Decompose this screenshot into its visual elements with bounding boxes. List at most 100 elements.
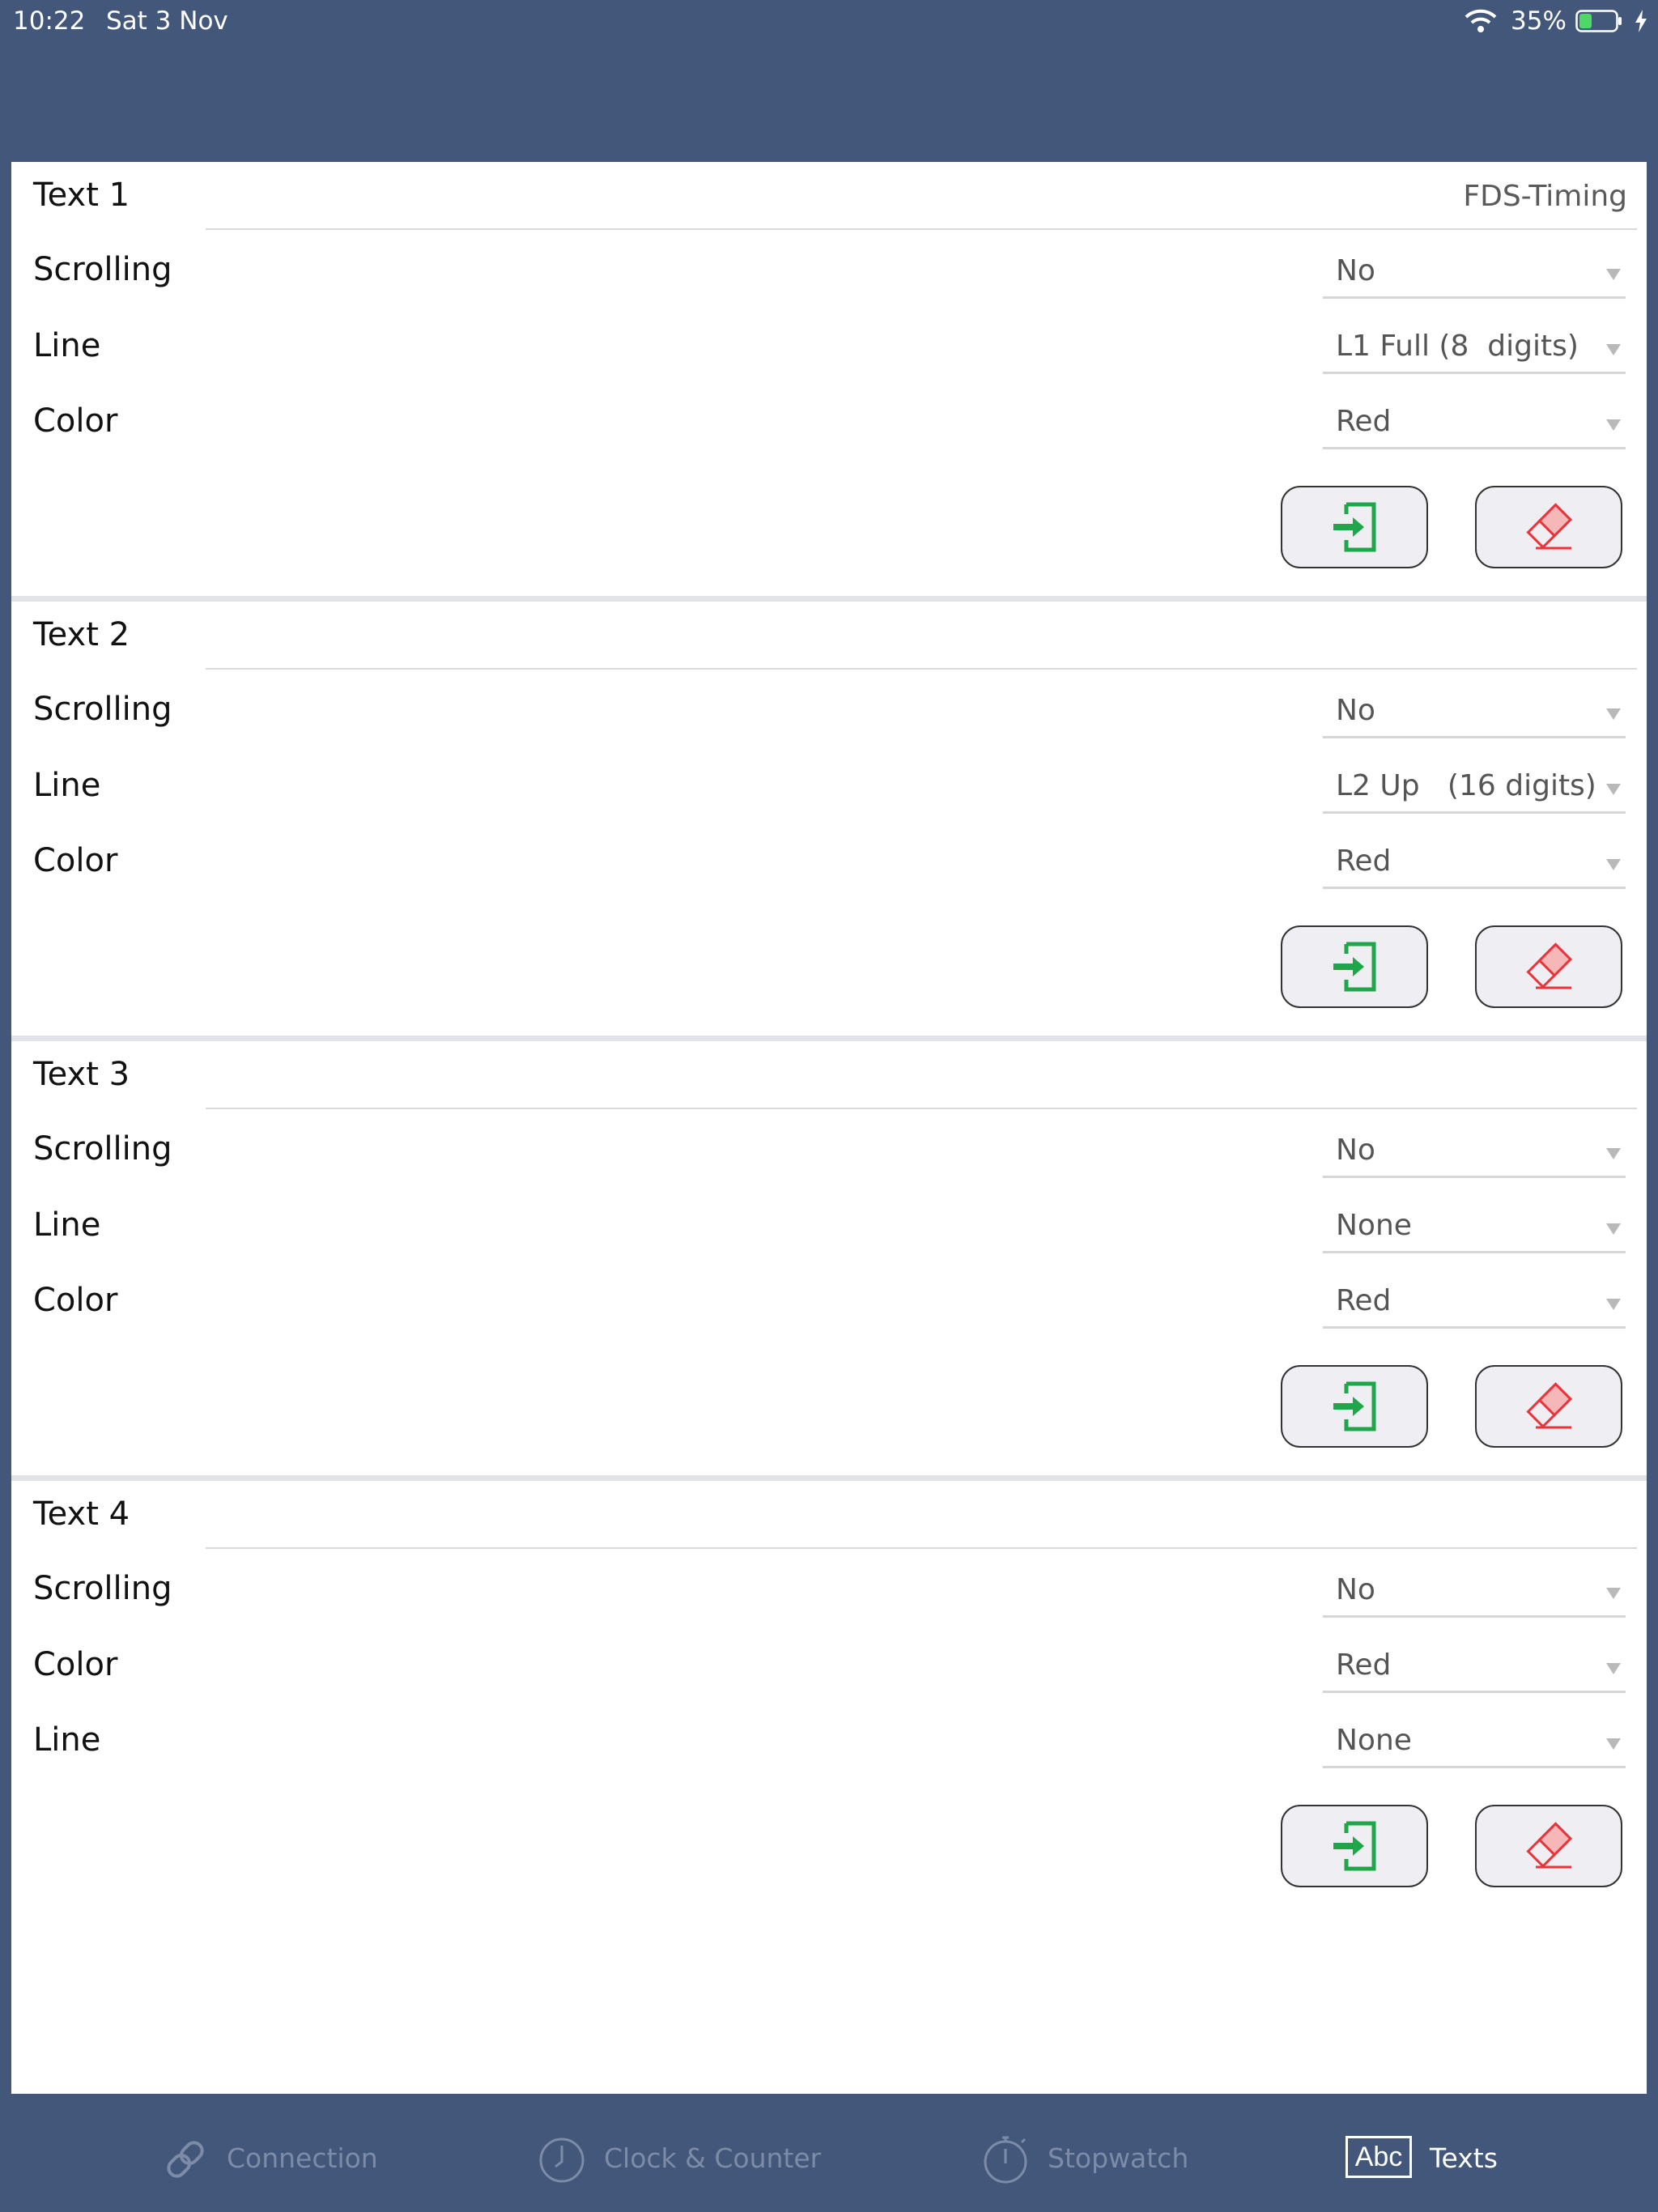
- scrolling-select[interactable]: No: [1323, 246, 1626, 299]
- dropdown-arrow-icon: [1606, 708, 1621, 720]
- line-select[interactable]: L2 Up (16 digits): [1323, 761, 1626, 814]
- text-content-value[interactable]: FDS-Timing: [1463, 180, 1627, 213]
- eraser-icon: [1526, 942, 1572, 989]
- color-value: Red: [1336, 405, 1392, 438]
- dropdown-arrow-icon: [1606, 1738, 1621, 1750]
- send-button[interactable]: [1281, 925, 1428, 1008]
- scrolling-value: No: [1336, 1134, 1375, 1167]
- section-title: Text 1: [33, 177, 130, 214]
- section-divider: [11, 1036, 1647, 1041]
- scrolling-value: No: [1336, 254, 1375, 287]
- scrolling-label: Scrolling: [33, 1570, 172, 1607]
- section-divider: [11, 596, 1647, 602]
- wifi-icon: [1465, 9, 1497, 32]
- dropdown-arrow-icon: [1606, 1588, 1621, 1599]
- line-label: Line: [33, 1206, 101, 1244]
- dropdown-arrow-icon: [1606, 344, 1621, 355]
- dropdown-arrow-icon: [1606, 784, 1621, 795]
- send-button[interactable]: [1281, 1365, 1428, 1448]
- scrolling-value: No: [1336, 1573, 1375, 1606]
- dropdown-arrow-icon: [1606, 1223, 1621, 1235]
- line-select[interactable]: None: [1323, 1716, 1626, 1768]
- battery-icon: [1575, 10, 1622, 32]
- text-section: Text 1 FDS-Timing Scrolling No Line L1 F…: [11, 162, 1647, 596]
- scrolling-select[interactable]: No: [1323, 1565, 1626, 1618]
- line-label: Line: [33, 327, 101, 364]
- dropdown-arrow-icon: [1606, 419, 1621, 431]
- abc-icon: Abc: [1346, 2136, 1412, 2178]
- text-section: Text 2 Scrolling No Line L2 Up (16 digit…: [11, 602, 1647, 1036]
- line-select[interactable]: L1 Full (8 digits): [1323, 321, 1626, 374]
- send-button[interactable]: [1281, 1805, 1428, 1887]
- line-value: None: [1336, 1724, 1412, 1757]
- color-value: Red: [1336, 1284, 1392, 1317]
- text-section: Text 4 Scrolling No Color Red Line None: [11, 1481, 1647, 1915]
- tab-label: Connection: [227, 2142, 378, 2174]
- section-divider: [11, 1475, 1647, 1481]
- tab-label: Texts: [1430, 2142, 1498, 2174]
- send-arrow-icon: [1333, 1381, 1376, 1431]
- tab-bar: Connection Clock & Counter Stopwatch Abc…: [0, 2104, 1658, 2212]
- dropdown-arrow-icon: [1606, 859, 1621, 870]
- eraser-icon: [1526, 503, 1572, 550]
- dropdown-arrow-icon: [1606, 1148, 1621, 1159]
- section-title: Text 3: [33, 1056, 130, 1093]
- dropdown-arrow-icon: [1606, 1663, 1621, 1674]
- dropdown-arrow-icon: [1606, 1299, 1621, 1310]
- eraser-icon: [1526, 1822, 1572, 1869]
- tab-connection[interactable]: Connection: [162, 2104, 405, 2212]
- scrolling-label: Scrolling: [33, 691, 172, 728]
- texts-panel: Text 1 FDS-Timing Scrolling No Line L1 F…: [11, 162, 1647, 2094]
- erase-button[interactable]: [1475, 1805, 1622, 1887]
- color-select[interactable]: Red: [1323, 397, 1626, 449]
- status-time: 10:22: [13, 6, 86, 36]
- text-section: Text 3 Scrolling No Line None Color Red: [11, 1041, 1647, 1475]
- text-input-underline: [206, 1547, 1637, 1549]
- color-label: Color: [33, 402, 118, 440]
- scrolling-label: Scrolling: [33, 251, 172, 288]
- tab-stopwatch[interactable]: Stopwatch: [981, 2104, 1224, 2212]
- tab-texts[interactable]: Abc Texts: [1346, 2104, 1524, 2212]
- color-select[interactable]: Red: [1323, 1276, 1626, 1329]
- send-button[interactable]: [1281, 486, 1428, 568]
- stopwatch-icon: [984, 2136, 1027, 2184]
- scrolling-select[interactable]: No: [1323, 1125, 1626, 1178]
- color-label: Color: [33, 842, 118, 879]
- status-bar: 10:22 Sat 3 Nov 35%: [0, 0, 1658, 45]
- battery-percent: 35%: [1511, 6, 1567, 36]
- tab-label: Stopwatch: [1048, 2142, 1189, 2174]
- erase-button[interactable]: [1475, 486, 1622, 568]
- charging-bolt-icon: [1635, 10, 1647, 32]
- tab-label: Clock & Counter: [604, 2142, 822, 2174]
- color-select[interactable]: Red: [1323, 836, 1626, 889]
- scrolling-value: No: [1336, 694, 1375, 727]
- scrolling-select[interactable]: No: [1323, 686, 1626, 738]
- dropdown-arrow-icon: [1606, 269, 1621, 280]
- link-icon: [167, 2141, 204, 2178]
- text-input-underline: [206, 1108, 1637, 1109]
- line-value: L1 Full (8 digits): [1336, 330, 1579, 363]
- section-title: Text 2: [33, 616, 130, 653]
- status-date: Sat 3 Nov: [106, 6, 228, 36]
- eraser-icon: [1526, 1382, 1572, 1429]
- line-value: None: [1336, 1209, 1412, 1242]
- color-label: Color: [33, 1646, 118, 1683]
- color-label: Color: [33, 1282, 118, 1319]
- erase-button[interactable]: [1475, 1365, 1622, 1448]
- tab-clock-counter[interactable]: Clock & Counter: [538, 2104, 837, 2212]
- send-arrow-icon: [1333, 1821, 1376, 1871]
- line-label: Line: [33, 1721, 101, 1759]
- line-value: L2 Up (16 digits): [1336, 769, 1596, 802]
- color-value: Red: [1336, 1648, 1392, 1682]
- color-select[interactable]: Red: [1323, 1640, 1626, 1693]
- color-value: Red: [1336, 844, 1392, 878]
- line-label: Line: [33, 767, 101, 804]
- erase-button[interactable]: [1475, 925, 1622, 1008]
- send-arrow-icon: [1333, 942, 1376, 992]
- scrolling-label: Scrolling: [33, 1130, 172, 1168]
- text-input-underline: [206, 228, 1637, 230]
- send-arrow-icon: [1333, 502, 1376, 552]
- section-title: Text 4: [33, 1495, 130, 1533]
- line-select[interactable]: None: [1323, 1201, 1626, 1253]
- text-input-underline: [206, 668, 1637, 670]
